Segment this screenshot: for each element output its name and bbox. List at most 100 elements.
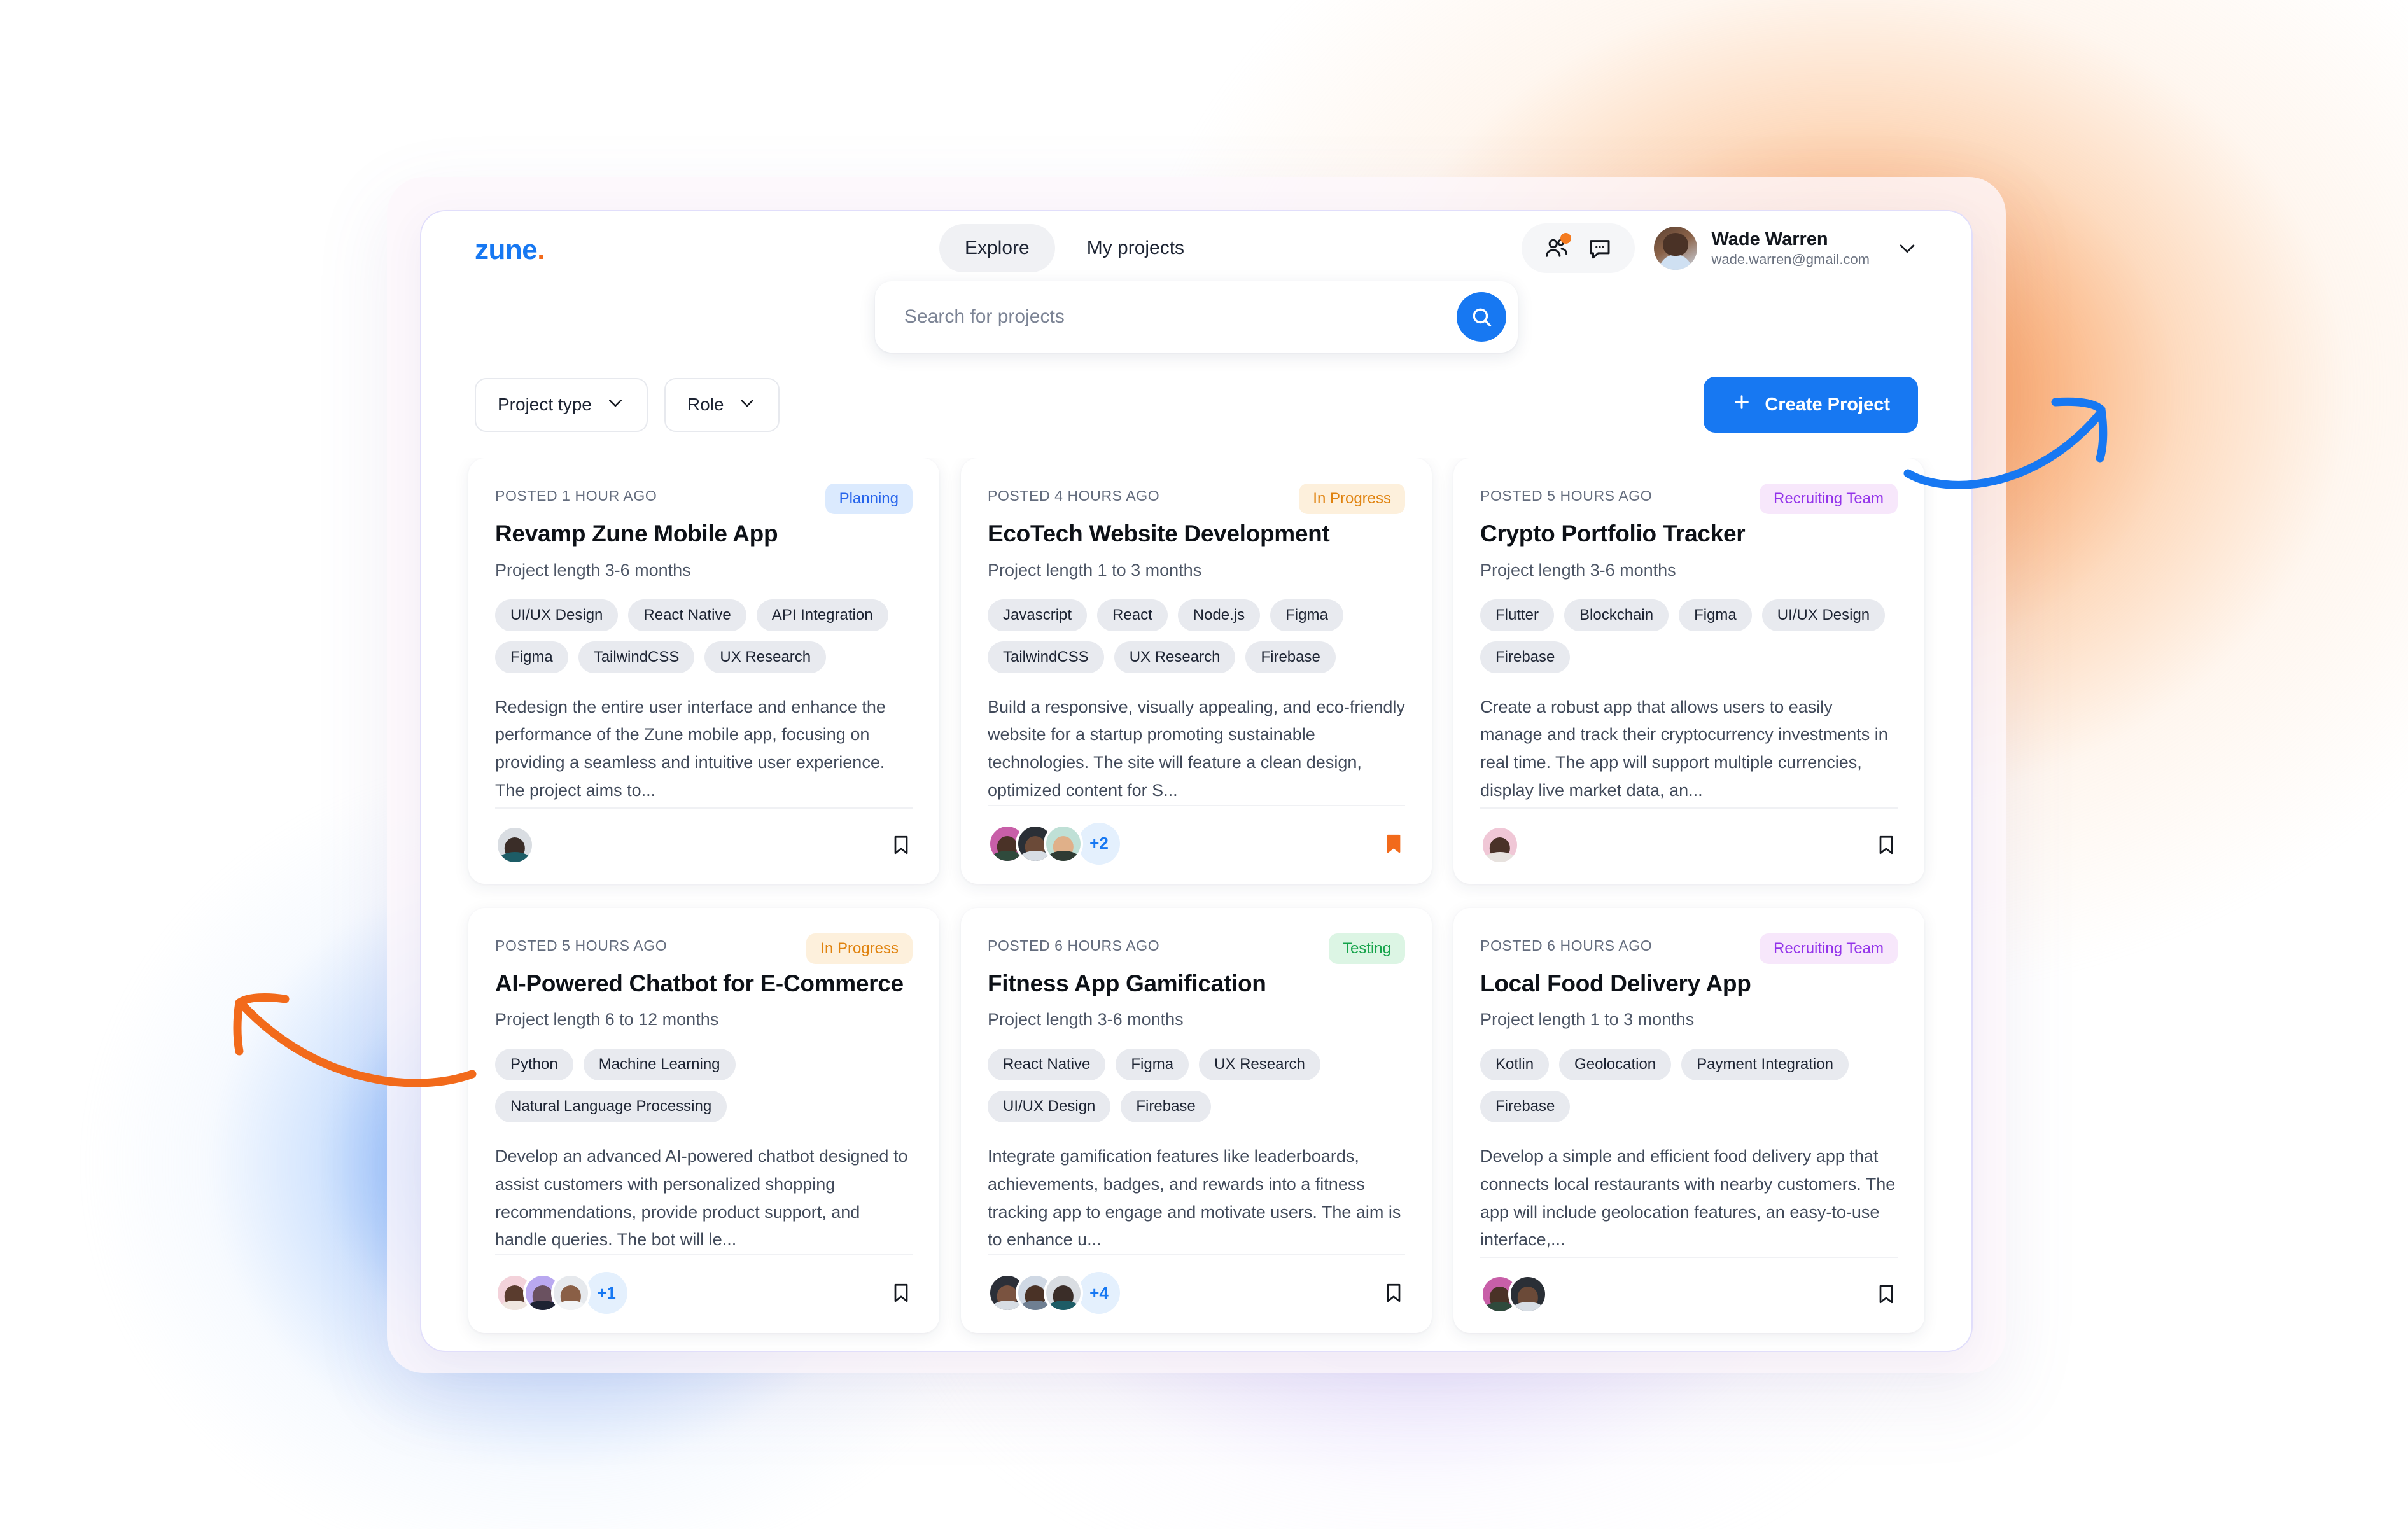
avatar-body [555,1300,587,1311]
people-group-icon[interactable] [1543,233,1572,262]
create-project-button[interactable]: Create Project [1704,377,1918,433]
filter-project-type[interactable]: Project type [475,377,648,432]
avatar [1480,825,1520,865]
bookmark-icon[interactable] [1875,1280,1898,1309]
tag[interactable]: Figma [1679,599,1752,631]
bookmark-icon[interactable] [890,830,913,860]
tag[interactable]: Javascript [988,599,1088,631]
tag[interactable]: UX Research [704,641,827,673]
extra-members-badge[interactable]: +2 [1078,822,1120,865]
posted-time: POSTED 1 HOUR AGO [495,487,657,504]
member-avatars[interactable] [495,825,535,865]
tag[interactable]: React [1097,599,1168,631]
chevron-down-icon [606,393,625,417]
user-menu[interactable]: Wade Warren wade.warren@gmail.com [1654,227,1918,270]
project-card[interactable]: POSTED 6 HOURS AGO Testing Fitness App Gam… [961,907,1432,1334]
card-header: POSTED 5 HOURS AGO In Progress [495,933,913,964]
bookmark-icon[interactable] [1875,830,1898,860]
tag[interactable]: Python [495,1049,573,1081]
tag-list: React Native Figma UX Research UI/UX Design… [988,1049,1405,1123]
tag[interactable]: Blockchain [1564,599,1669,631]
search-bar[interactable] [875,281,1518,353]
project-card[interactable]: POSTED 1 HOUR AGO Planning Revamp Zune Mob… [468,458,939,884]
tag[interactable]: Firebase [1121,1091,1211,1123]
bookmark-icon[interactable] [1382,1278,1405,1308]
member-avatars[interactable]: +4 [988,1272,1120,1315]
tag[interactable]: UI/UX Design [1761,599,1886,631]
tag[interactable]: React Native [988,1049,1106,1081]
avatar [1044,1273,1083,1313]
user-name: Wade Warren [1711,228,1828,249]
card-footer: +1 [495,1254,913,1333]
tag[interactable]: UI/UX Design [988,1091,1111,1123]
chat-bubble-icon[interactable] [1586,235,1613,262]
extra-members-badge[interactable]: +4 [1078,1272,1120,1315]
tag[interactable]: Geolocation [1559,1049,1672,1081]
chevron-down-icon[interactable] [1896,237,1918,259]
project-description: Develop an advanced AI-powered chatbot d… [495,1147,908,1250]
app-window: zune. Explore My projects Wade Warren wa… [420,210,1973,1352]
bookmark-icon[interactable] [1382,829,1405,858]
tag[interactable]: UX Research [1199,1049,1320,1081]
tag[interactable]: Kotlin [1480,1049,1550,1081]
tag[interactable]: Payment Integration [1681,1049,1849,1081]
filter-role[interactable]: Role [664,377,780,432]
project-card[interactable]: POSTED 5 HOURS AGO Recruiting Team Crypto … [1453,458,1924,884]
tag[interactable]: Firebase [1480,1091,1571,1123]
tag[interactable]: Flutter [1480,599,1555,631]
extra-members-badge[interactable]: +1 [585,1272,627,1315]
search-input[interactable] [904,306,1457,328]
create-project-label: Create Project [1765,394,1890,415]
member-avatars[interactable] [1480,825,1520,865]
project-description: Redesign the entire user interface and e… [495,697,886,800]
nav-item-explore[interactable]: Explore [939,224,1055,272]
tag[interactable]: Node.js [1177,599,1261,631]
tag[interactable]: API Integration [756,599,888,631]
project-title[interactable]: Local Food Delivery App [1480,969,1898,999]
tag[interactable]: UI/UX Design [495,599,619,631]
status-badge: Recruiting Team [1760,933,1898,964]
tag-list: Javascript React Node.js Figma TailwindCSS UX… [988,599,1405,673]
member-avatars[interactable] [1480,1274,1548,1315]
card-footer [1480,1257,1898,1333]
project-length: Project length 1 to 3 months [988,560,1202,580]
posted-time: POSTED 4 HOURS AGO [988,487,1160,504]
project-length: Project length 1 to 3 months [1480,1010,1695,1030]
avatar-body [1512,1301,1544,1312]
project-description: Build a responsive, visually appealing, … [988,697,1405,800]
tag[interactable]: React Native [628,599,746,631]
tag[interactable]: Firebase [1245,641,1336,673]
member-avatars[interactable]: +2 [988,822,1120,865]
tag[interactable]: Machine Learning [583,1049,736,1081]
status-badge: In Progress [806,933,913,964]
project-title[interactable]: Crypto Portfolio Tracker [1480,519,1898,549]
project-card[interactable]: POSTED 6 HOURS AGO Recruiting Team Local F… [1453,907,1924,1334]
tag[interactable]: Figma [1116,1049,1189,1081]
tag[interactable]: TailwindCSS [988,641,1104,673]
tag[interactable]: UX Research [1114,641,1236,673]
chevron-down-icon [738,393,757,417]
posted-time: POSTED 6 HOURS AGO [1480,937,1653,954]
project-card[interactable]: POSTED 4 HOURS AGO In Progress EcoTech Web… [961,458,1432,884]
tag[interactable]: Figma [495,641,568,673]
project-card-grid: POSTED 1 HOUR AGO Planning Revamp Zune Mob… [468,458,1924,1334]
project-title[interactable]: AI-Powered Chatbot for E-Commerce [495,969,913,999]
tag[interactable]: Natural Language Processing [495,1091,727,1123]
tag[interactable]: Figma [1270,599,1343,631]
member-avatars[interactable]: +1 [495,1272,627,1315]
tag[interactable]: TailwindCSS [578,641,695,673]
nav-item-my-projects[interactable]: My projects [1061,224,1210,272]
grid-area: POSTED 1 HOUR AGO Planning Revamp Zune Mob… [421,458,1971,1351]
brand-logo[interactable]: zune. [475,234,545,266]
project-title[interactable]: EcoTech Website Development [988,519,1405,549]
filter-role-label: Role [687,394,724,414]
tag[interactable]: Firebase [1480,641,1571,673]
bookmark-icon[interactable] [890,1278,913,1308]
search-button[interactable] [1457,292,1506,342]
search-section [421,281,1971,353]
user-email: wade.warren@gmail.com [1711,251,1870,267]
project-title[interactable]: Fitness App Gamification [988,969,1405,999]
project-list-scroll[interactable]: POSTED 1 HOUR AGO Planning Revamp Zune Mob… [421,458,1971,1351]
project-card[interactable]: POSTED 5 HOURS AGO In Progress AI-Powered … [468,907,939,1334]
project-title[interactable]: Revamp Zune Mobile App [495,519,913,549]
